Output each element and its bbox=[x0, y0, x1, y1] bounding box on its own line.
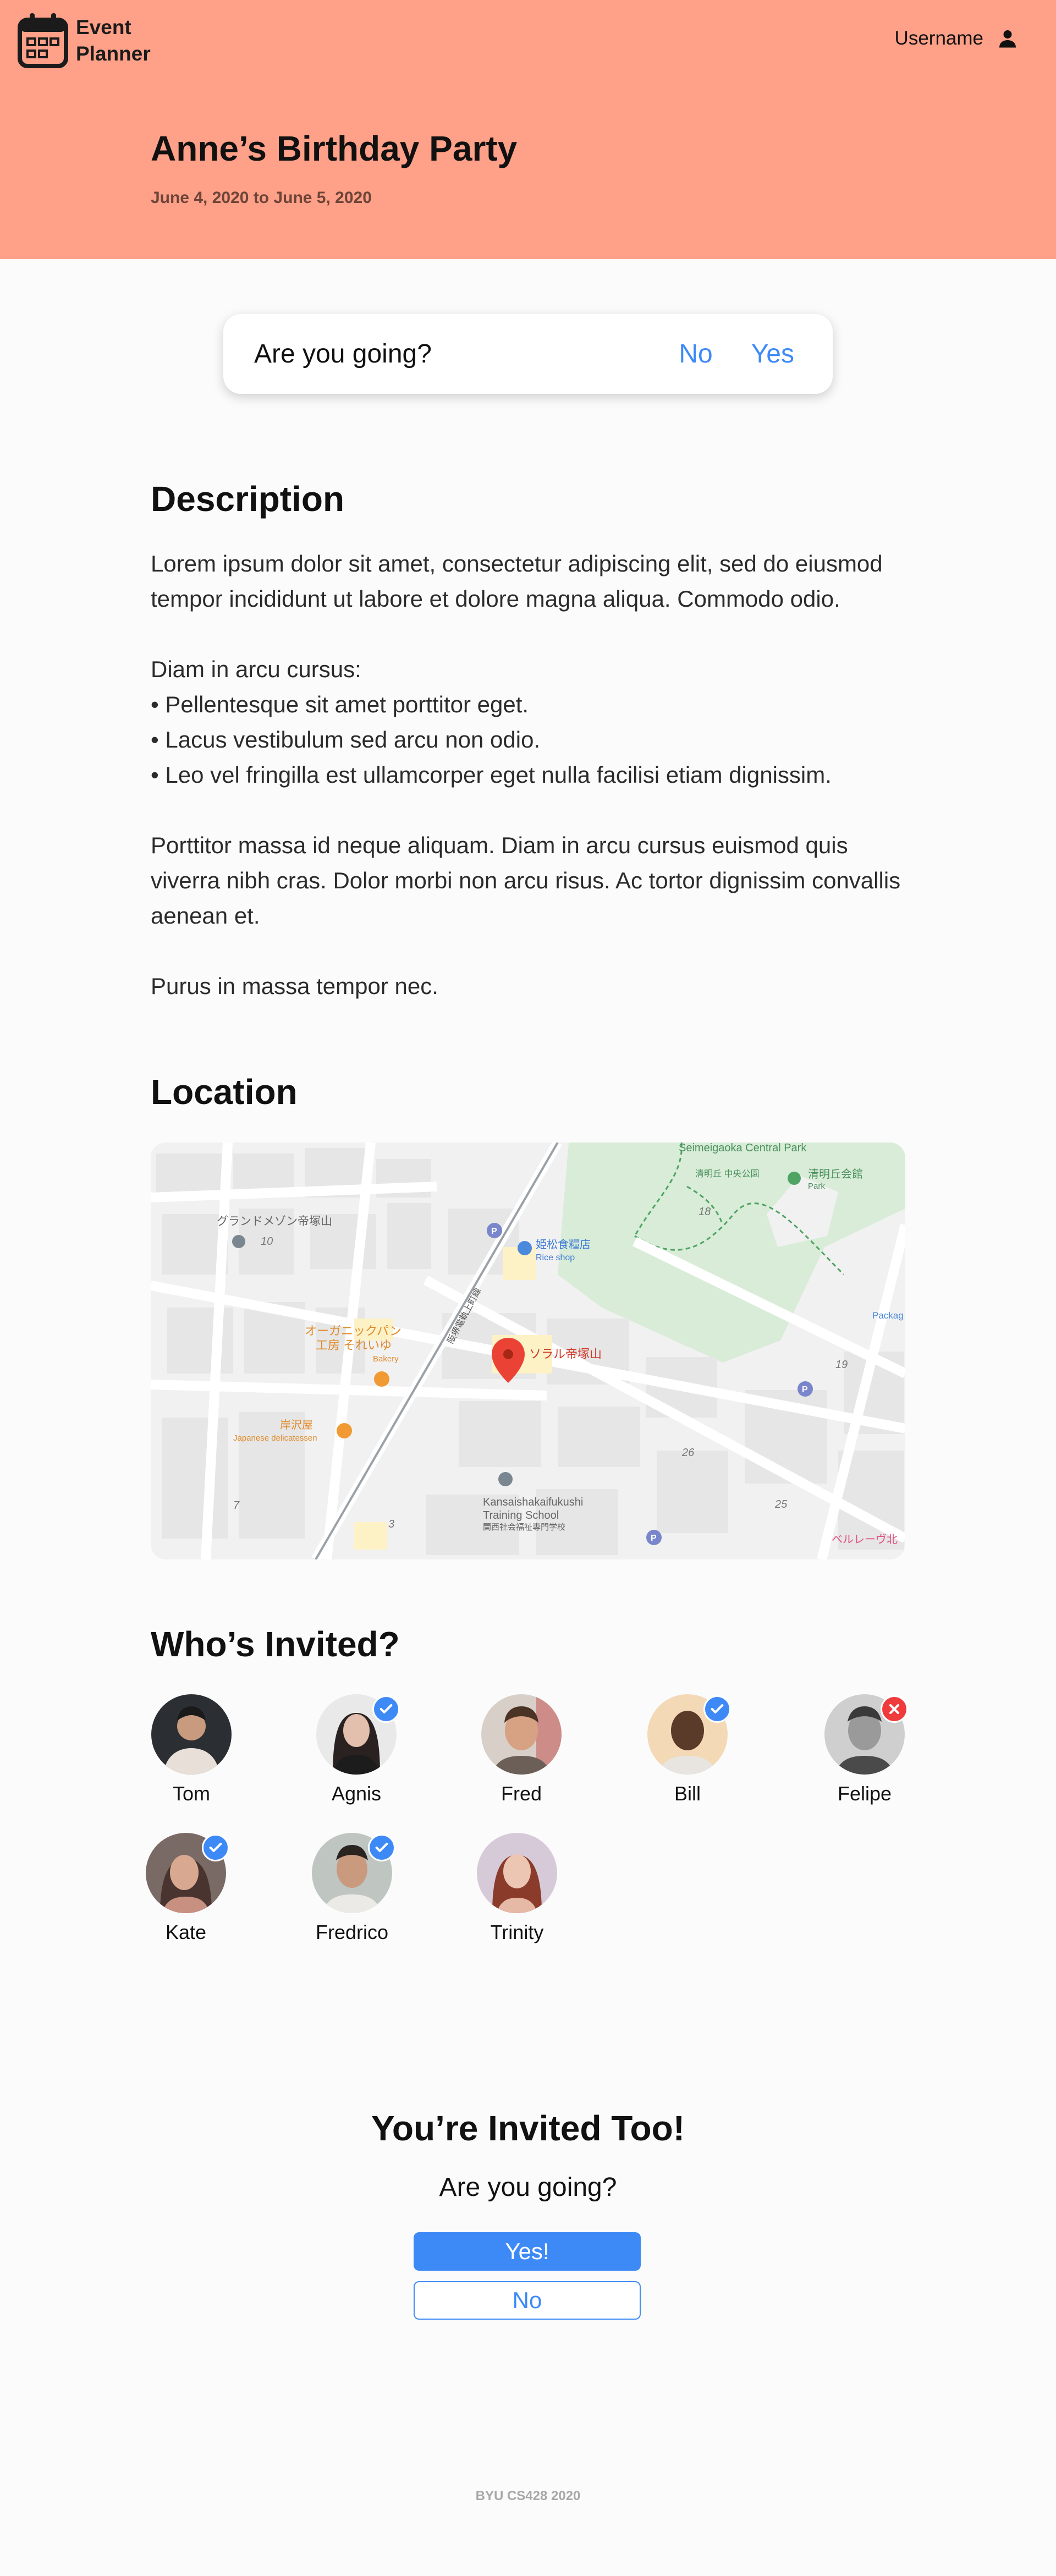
svg-text:P: P bbox=[651, 1534, 657, 1543]
description-bullet: • Pellentesque sit amet porttitor eget. bbox=[151, 691, 529, 717]
declined-badge bbox=[881, 1695, 908, 1723]
map-label-number: 10 bbox=[261, 1235, 273, 1248]
avatar bbox=[477, 1833, 557, 1913]
avatar bbox=[151, 1694, 232, 1775]
map-label-hall-sub: Park bbox=[808, 1182, 825, 1191]
location-heading: Location bbox=[151, 1072, 298, 1112]
avatar bbox=[824, 1694, 908, 1775]
map-label-park-jp: 清明丘 中央公園 bbox=[695, 1169, 759, 1179]
map-label-deli-en: Japanese delicatessen bbox=[233, 1433, 317, 1443]
map-label-bakery-jp1: オーガニックパン bbox=[305, 1324, 402, 1338]
description-paragraph: Lorem ipsum dolor sit amet, consectetur … bbox=[151, 551, 883, 612]
map-label-school2: Training School bbox=[483, 1509, 559, 1522]
map-label-school1: Kansaishakaifukushi bbox=[483, 1496, 583, 1508]
map-label-bottom-right: ベルレーヴ北 bbox=[832, 1533, 898, 1546]
description-paragraph: Porttitor massa id neque aliquam. Diam i… bbox=[151, 832, 901, 929]
invitee-name: Fred bbox=[501, 1782, 542, 1805]
accepted-badge bbox=[372, 1695, 400, 1723]
rsvp-no-button[interactable]: No bbox=[679, 339, 712, 369]
invitee-name: Felipe bbox=[837, 1782, 892, 1805]
svg-text:P: P bbox=[491, 1227, 497, 1236]
map-label-number: 25 bbox=[774, 1498, 788, 1511]
map-label-hall: 清明丘会館 bbox=[808, 1168, 863, 1180]
accepted-badge bbox=[202, 1834, 229, 1861]
invitee-name: Bill bbox=[674, 1782, 701, 1805]
description-bullet: • Leo vel fringilla est ullamcorper eget… bbox=[151, 762, 832, 788]
map-label-deli-jp: 岸沢屋 bbox=[280, 1419, 313, 1431]
description-body: Lorem ipsum dolor sit amet, consectetur … bbox=[151, 546, 921, 1004]
accepted-badge bbox=[703, 1695, 731, 1723]
svg-text:P: P bbox=[802, 1385, 808, 1394]
map-label-number: 26 bbox=[681, 1447, 695, 1459]
check-icon bbox=[380, 1704, 393, 1713]
invited-too-question: Are you going? bbox=[439, 2173, 617, 2202]
invitee[interactable]: Tom bbox=[131, 1694, 252, 1805]
user-icon bbox=[999, 30, 1016, 48]
event-dates: June 4, 2020 to June 5, 2020 bbox=[151, 189, 372, 207]
invitee[interactable]: Fredrico bbox=[292, 1833, 413, 1944]
going-yes-button[interactable]: Yes! bbox=[414, 2232, 641, 2271]
event-header: Event Planner Username Anne’s Birthday P… bbox=[0, 0, 1056, 259]
map-label-rice-shop-en: Rice shop bbox=[536, 1253, 575, 1262]
map-label-school-jp: 関西社会福祉専門学校 bbox=[483, 1523, 565, 1532]
invitee-name: Tom bbox=[172, 1782, 210, 1805]
invitee-name: Agnis bbox=[331, 1782, 382, 1805]
invited-too-title: You’re Invited Too! bbox=[371, 2108, 685, 2148]
event-title: Anne’s Birthday Party bbox=[151, 129, 518, 168]
map-label-package: Packag bbox=[872, 1310, 904, 1321]
invitee-name: Trinity bbox=[490, 1921, 544, 1943]
invitee-name: Kate bbox=[165, 1921, 207, 1943]
map-label-number: 7 bbox=[233, 1500, 240, 1512]
invitees-heading: Who’s Invited? bbox=[151, 1624, 400, 1664]
invitee[interactable]: Bill bbox=[627, 1694, 748, 1805]
invitee[interactable]: Agnis bbox=[296, 1694, 417, 1805]
going-no-button[interactable]: No bbox=[414, 2281, 641, 2320]
app-logo[interactable]: Event Planner bbox=[16, 12, 151, 69]
location-map[interactable]: Seimeigaoka Central Park 清明丘 中央公園 清明丘会館 … bbox=[151, 1143, 905, 1559]
check-icon bbox=[209, 1842, 222, 1852]
avatar bbox=[312, 1833, 395, 1913]
avatar bbox=[647, 1694, 731, 1775]
close-icon bbox=[889, 1704, 900, 1715]
invitee-name: Fredrico bbox=[315, 1921, 389, 1943]
map-label-rice-shop: 姫松食糧店 bbox=[536, 1238, 591, 1251]
invitee[interactable]: Kate bbox=[125, 1833, 246, 1944]
description-bullet: • Lacus vestibulum sed arcu non odio. bbox=[151, 727, 541, 753]
app-name-line2: Planner bbox=[76, 42, 151, 65]
map-label-bakery-jp2: 工房 それいゆ bbox=[316, 1338, 392, 1352]
avatar bbox=[481, 1694, 562, 1775]
map-label-pin: ソラル帝塚山 bbox=[529, 1347, 602, 1361]
invitee[interactable]: Fred bbox=[461, 1694, 582, 1805]
user-menu[interactable]: Username bbox=[895, 28, 1018, 50]
description-list-intro: Diam in arcu cursus: bbox=[151, 656, 361, 682]
app-name-line1: Event bbox=[76, 16, 131, 39]
check-icon bbox=[711, 1704, 724, 1713]
username: Username bbox=[894, 28, 983, 49]
map-label-mansion: グランドメゾン帝塚山 bbox=[217, 1215, 332, 1228]
rsvp-question: Are you going? bbox=[254, 339, 432, 369]
footer-text: BYU CS428 2020 bbox=[475, 2489, 581, 2503]
avatar bbox=[316, 1694, 400, 1775]
invitee[interactable]: Trinity bbox=[457, 1833, 578, 1944]
calendar-icon bbox=[18, 13, 68, 68]
rsvp-yes-button[interactable]: Yes bbox=[751, 339, 794, 369]
description-heading: Description bbox=[151, 479, 345, 519]
check-icon bbox=[375, 1842, 388, 1852]
map-label-number: 3 bbox=[388, 1518, 394, 1530]
map-label-number: 19 bbox=[835, 1359, 848, 1371]
description-paragraph: Purus in massa tempor nec. bbox=[151, 973, 438, 999]
rsvp-card: Are you going? No Yes bbox=[223, 314, 833, 394]
invitee[interactable]: Felipe bbox=[804, 1694, 925, 1805]
avatar bbox=[146, 1833, 229, 1913]
map-label-bakery-en: Bakery bbox=[373, 1354, 399, 1364]
map-label-park: Seimeigaoka Central Park bbox=[679, 1143, 807, 1154]
accepted-badge bbox=[368, 1834, 395, 1861]
map-label-number: 18 bbox=[698, 1206, 711, 1218]
app-name: Event Planner bbox=[76, 14, 151, 67]
